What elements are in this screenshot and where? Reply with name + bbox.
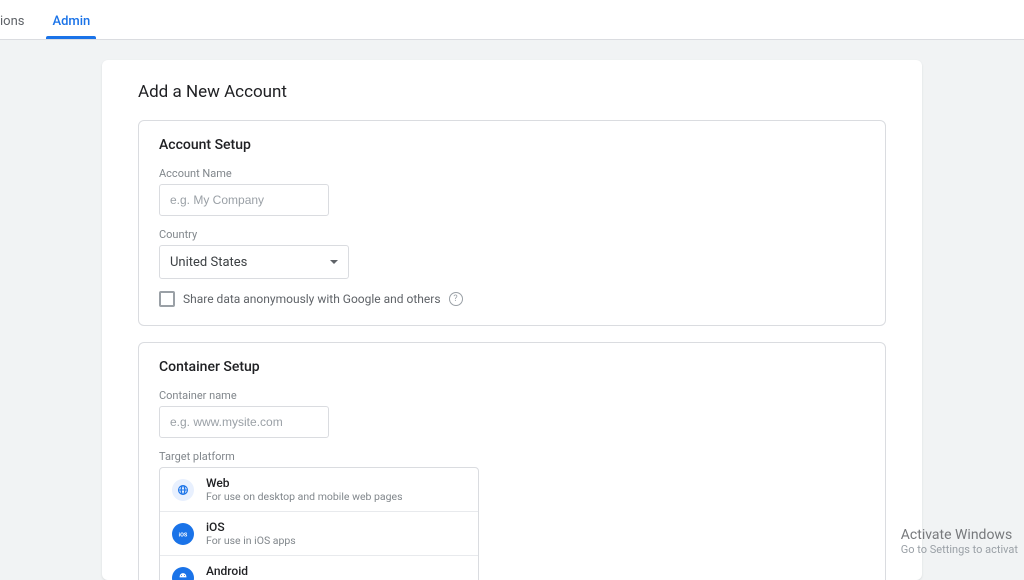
web-icon [172,479,194,501]
tab-previous-label: ions [0,14,24,29]
platform-ios[interactable]: iOS iOS For use in iOS apps [160,512,478,556]
platform-list: Web For use on desktop and mobile web pa… [159,467,479,580]
container-name-field: Container name [159,389,865,438]
ios-icon: iOS [172,523,194,545]
tab-admin-label: Admin [52,14,90,29]
chevron-down-icon [330,260,338,264]
account-name-input[interactable] [159,184,329,216]
target-platform-label: Target platform [159,450,865,463]
svg-text:iOS: iOS [179,532,188,538]
container-setup-title: Container Setup [159,359,865,375]
country-label: Country [159,228,865,241]
top-tabs: ions Admin [0,0,1024,40]
platform-desc: For use in iOS apps [206,534,296,547]
country-select[interactable]: United States [159,245,349,279]
tab-previous[interactable]: ions [0,14,38,39]
container-name-label: Container name [159,389,865,402]
container-name-input[interactable] [159,406,329,438]
page-title: Add a New Account [138,82,886,102]
platform-desc: For use on desktop and mobile web pages [206,490,403,503]
share-data-row: Share data anonymously with Google and o… [159,291,865,307]
country-value: United States [170,255,247,270]
account-name-field: Account Name [159,167,865,216]
share-data-checkbox[interactable] [159,291,175,307]
platform-name: iOS [206,520,296,534]
platform-web[interactable]: Web For use on desktop and mobile web pa… [160,468,478,512]
account-setup-section: Account Setup Account Name Country Unite… [138,120,886,326]
platform-name: Web [206,476,403,490]
tab-admin[interactable]: Admin [38,14,104,39]
country-field: Country United States [159,228,865,279]
share-data-label: Share data anonymously with Google and o… [183,292,441,306]
android-icon [172,567,194,580]
account-setup-title: Account Setup [159,137,865,153]
page-card: Add a New Account Account Setup Account … [102,60,922,580]
container-setup-section: Container Setup Container name Target pl… [138,342,886,580]
platform-android[interactable]: Android For use in Android apps [160,556,478,580]
help-icon[interactable]: ? [449,292,463,306]
account-name-label: Account Name [159,167,865,180]
